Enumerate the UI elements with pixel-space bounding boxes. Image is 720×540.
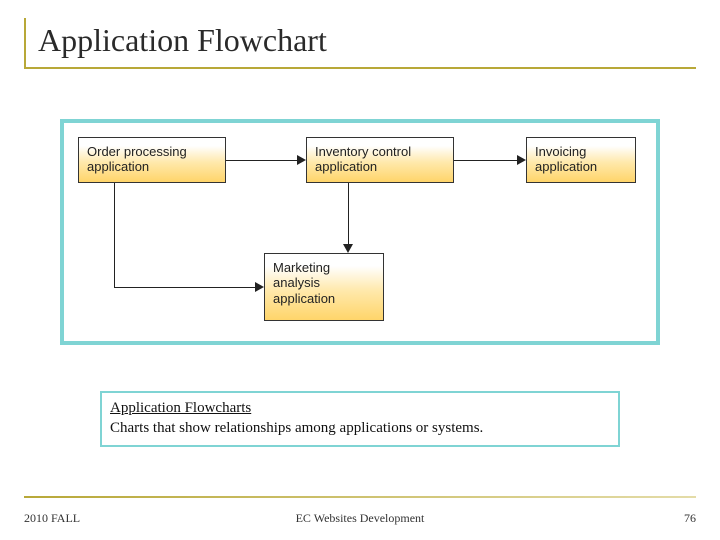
arrow-head-icon bbox=[297, 155, 306, 165]
connector-order-to-marketing-v bbox=[114, 183, 115, 287]
slide-title: Application Flowchart bbox=[24, 18, 696, 69]
node-marketing-analysis: Marketing analysis application bbox=[264, 253, 384, 321]
arrow-head-icon bbox=[517, 155, 526, 165]
node-inventory-control: Inventory control application bbox=[306, 137, 454, 183]
arrow-inventory-to-invoicing bbox=[454, 160, 518, 161]
caption-body: Charts that show relationships among app… bbox=[110, 420, 483, 436]
caption-heading: Application Flowcharts bbox=[110, 400, 251, 416]
flowchart-diagram: Order processing application Inventory c… bbox=[60, 119, 660, 345]
slide: Application Flowchart Order processing a… bbox=[0, 0, 720, 540]
node-order-processing: Order processing application bbox=[78, 137, 226, 183]
footer-divider bbox=[24, 496, 696, 498]
node-invoicing: Invoicing application bbox=[526, 137, 636, 183]
arrow-head-icon bbox=[255, 282, 264, 292]
arrow-head-icon bbox=[343, 244, 353, 253]
slide-footer: 2010 FALL EC Websites Development 76 bbox=[24, 511, 696, 526]
connector-inventory-to-marketing bbox=[348, 183, 349, 245]
arrow-order-to-inventory bbox=[226, 160, 298, 161]
footer-center: EC Websites Development bbox=[24, 511, 696, 526]
connector-order-to-marketing-h bbox=[114, 287, 256, 288]
slide-title-text: Application Flowchart bbox=[28, 22, 327, 59]
caption-box: Application Flowcharts Charts that show … bbox=[100, 391, 620, 447]
